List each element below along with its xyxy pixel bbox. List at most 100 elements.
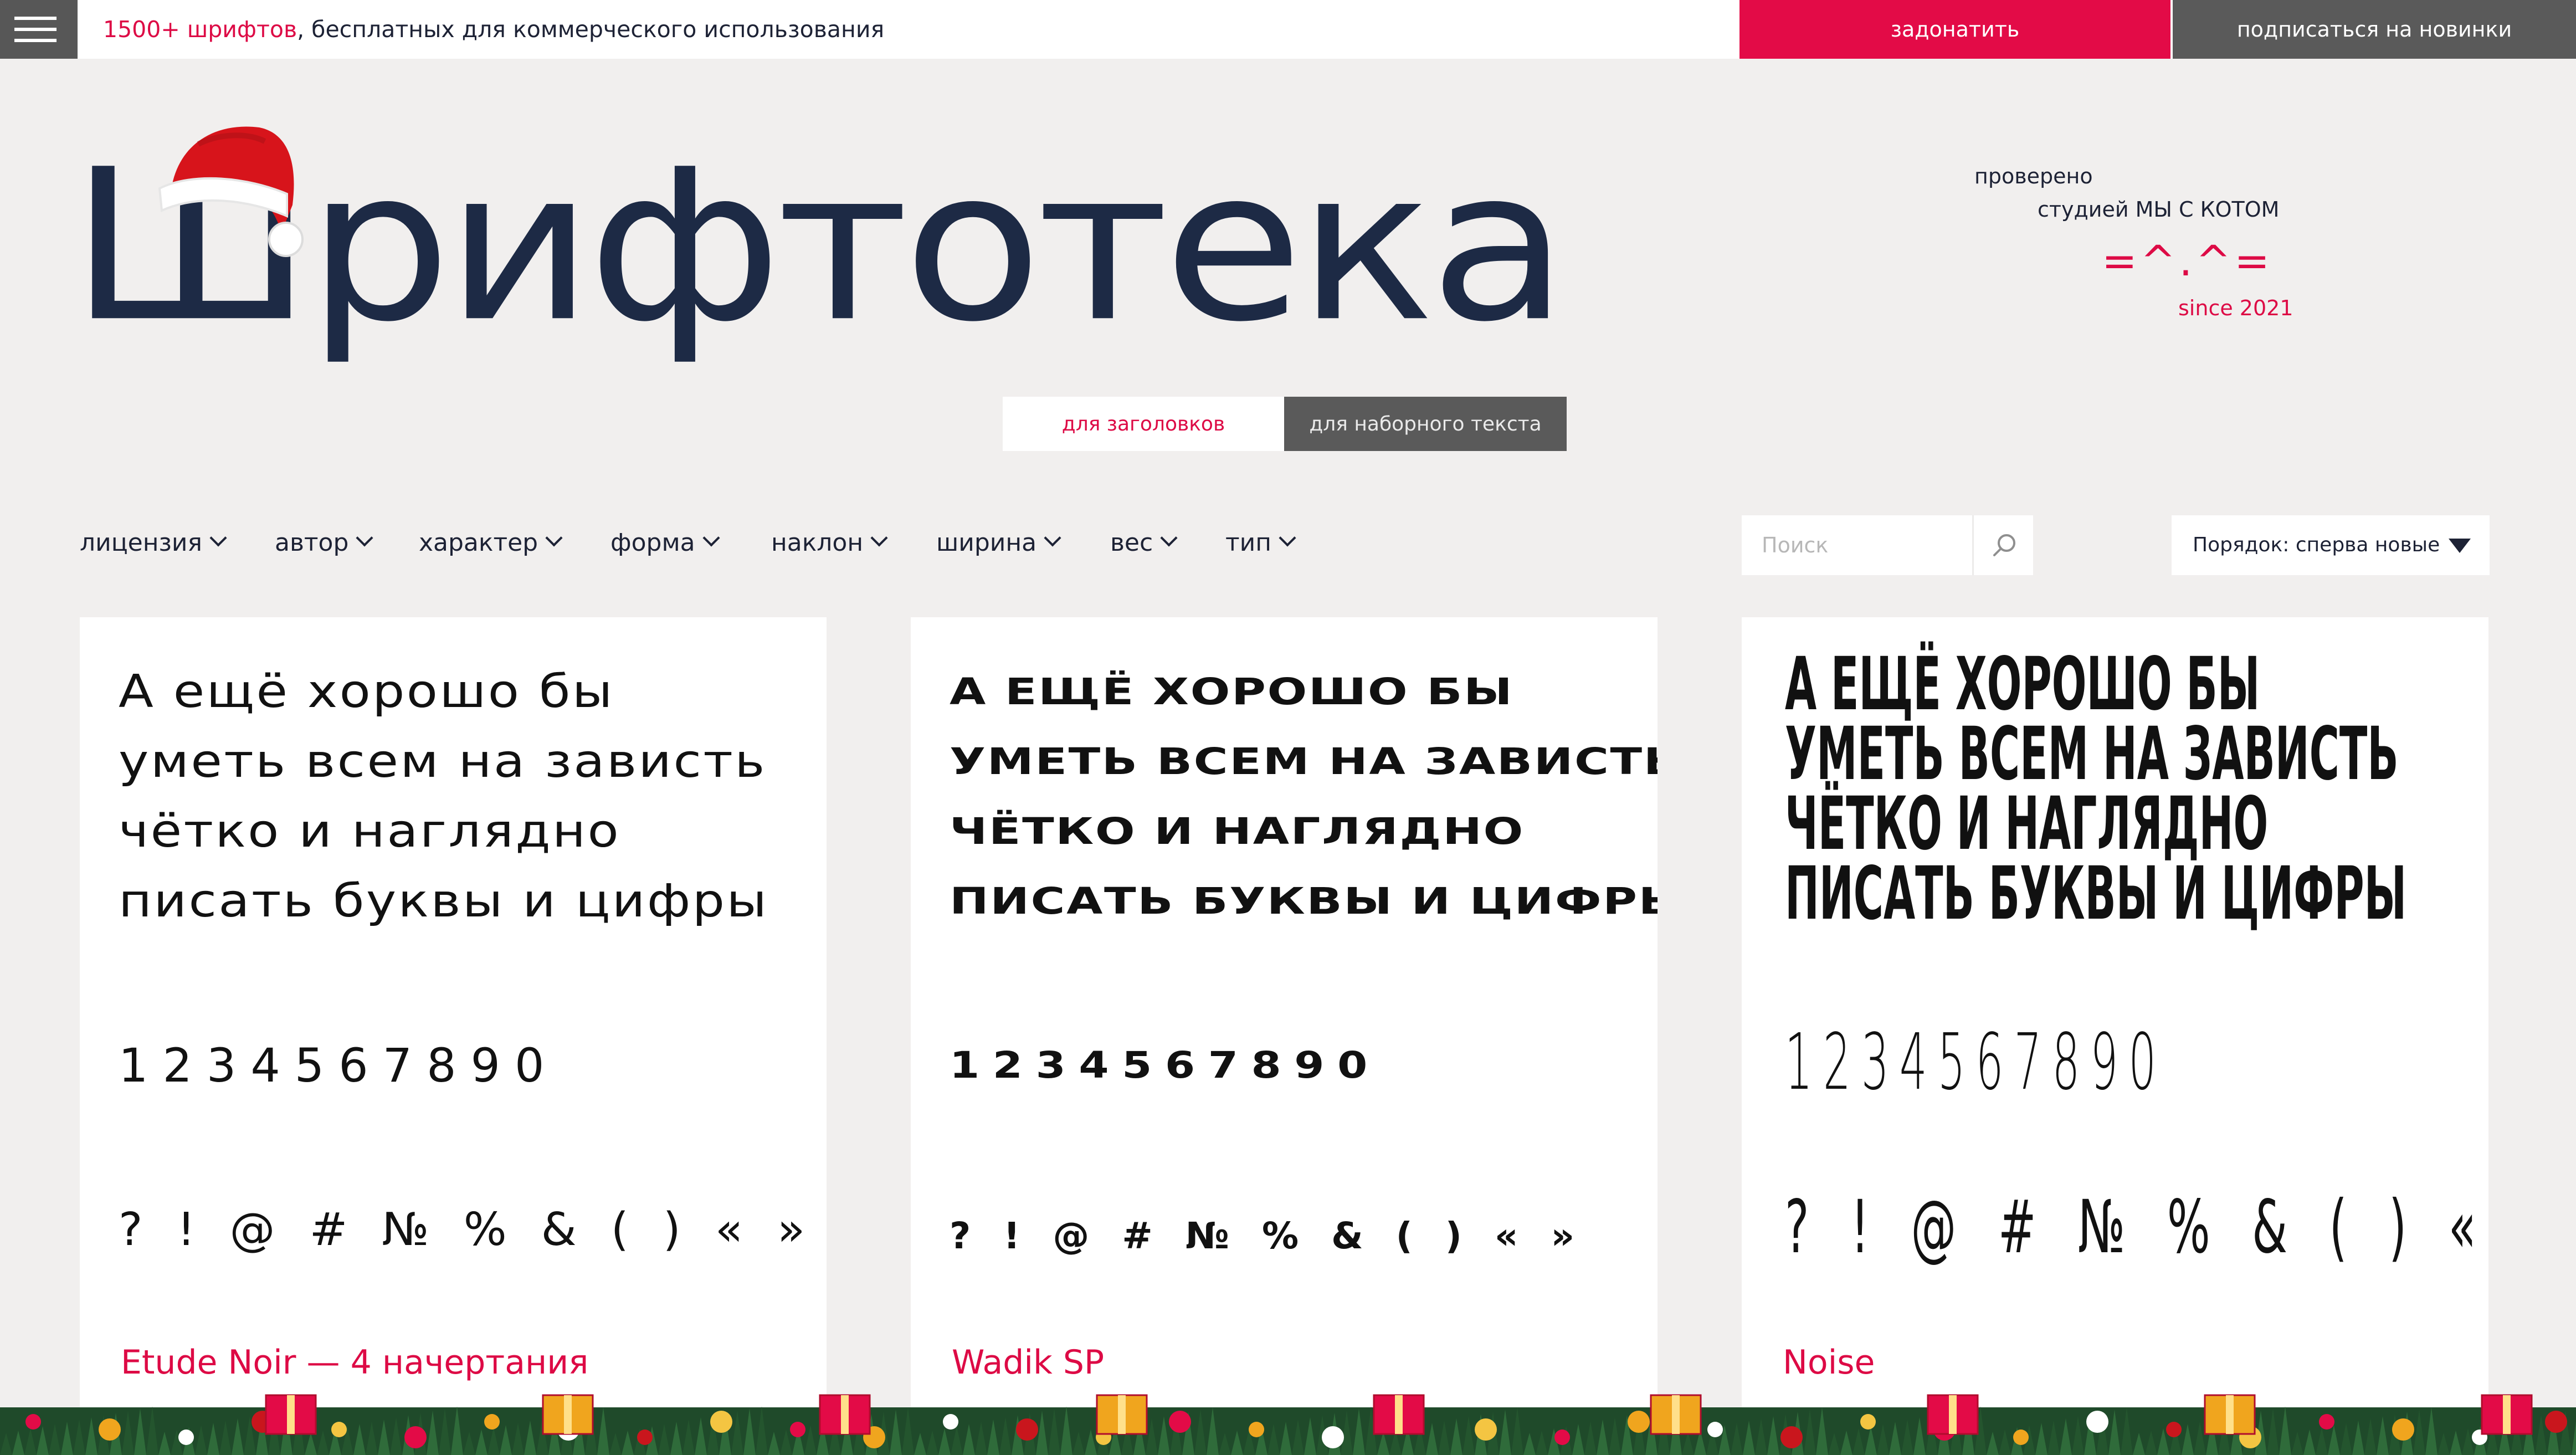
menu-icon-bar bbox=[14, 17, 57, 20]
chevron-down-icon bbox=[209, 529, 227, 547]
filter-license[interactable]: лицензия bbox=[80, 526, 227, 560]
font-sample-digits: 1234567890 bbox=[119, 1038, 559, 1093]
filter-author[interactable]: автор bbox=[275, 526, 373, 560]
tagline-count[interactable]: 1500+ шрифтов bbox=[103, 16, 297, 43]
bauble bbox=[25, 1414, 41, 1430]
bauble bbox=[2013, 1430, 2029, 1445]
bauble bbox=[1628, 1411, 1650, 1433]
bauble bbox=[2392, 1418, 2414, 1441]
font-sample-text: А ещё хорошо бы уметь всем на зависть чё… bbox=[950, 657, 1658, 936]
verified-line1: проверено bbox=[1974, 164, 2093, 188]
menu-icon-bar bbox=[14, 28, 57, 31]
chevron-down-icon bbox=[1160, 529, 1178, 547]
since-label: since 2021 bbox=[2178, 296, 2293, 320]
bauble bbox=[99, 1418, 121, 1441]
chevron-down-icon bbox=[545, 529, 563, 547]
filter-label: форма bbox=[610, 529, 695, 557]
cat-emoticon: =^.^= bbox=[2102, 236, 2273, 285]
sample-line: уметь всем на зависть bbox=[1785, 711, 2399, 797]
bauble bbox=[1322, 1426, 1344, 1448]
filter-width[interactable]: ширина bbox=[936, 526, 1061, 560]
sample-line: А ещё хорошо бы bbox=[950, 670, 1514, 713]
site-tagline: 1500+ шрифтов, бесплатных для коммерческ… bbox=[103, 0, 884, 59]
filter-slant[interactable]: наклон bbox=[771, 526, 888, 560]
donate-button[interactable]: задонатить bbox=[1739, 0, 2170, 59]
bauble bbox=[331, 1422, 347, 1437]
font-sample-symbols: ? ! @ # № % & ( ) « » bbox=[119, 1203, 815, 1256]
menu-icon-bar bbox=[14, 39, 57, 42]
filter-label: наклон bbox=[771, 529, 864, 557]
chevron-down-icon bbox=[702, 529, 720, 547]
search-input[interactable] bbox=[1742, 515, 1972, 575]
filter-label: лицензия bbox=[80, 529, 202, 557]
bauble bbox=[790, 1422, 805, 1437]
bauble bbox=[484, 1414, 500, 1430]
filter-label: ширина bbox=[936, 529, 1037, 557]
search-icon bbox=[1993, 534, 2015, 556]
bauble bbox=[637, 1430, 653, 1445]
bauble bbox=[1475, 1418, 1497, 1441]
verified-badge: проверено студией МЫ С КОТОМ =^.^= since… bbox=[1961, 160, 2327, 326]
sample-line: писать буквы и цифры bbox=[1785, 851, 2407, 936]
font-sample-symbols: ? ! @ # № % & ( ) « » bbox=[1785, 1185, 2488, 1270]
bauble bbox=[710, 1411, 732, 1433]
sample-line: чётко и наглядно bbox=[119, 805, 621, 858]
sample-line: чётко и наглядно bbox=[950, 810, 1525, 853]
search-box bbox=[1742, 515, 2033, 575]
tab-body-text[interactable]: для наборного текста bbox=[1284, 397, 1567, 451]
tab-headings[interactable]: для заголовков bbox=[1003, 397, 1284, 451]
chevron-down-icon bbox=[356, 529, 373, 547]
chevron-down-icon bbox=[870, 529, 888, 547]
filter-label: характер bbox=[419, 529, 538, 557]
font-sample-text: А ещё хорошо бы уметь всем на зависть чё… bbox=[1785, 642, 2407, 936]
font-card[interactable]: А ещё хорошо бы уметь всем на зависть чё… bbox=[911, 617, 1658, 1455]
sort-label: Порядок: сперва новые bbox=[2193, 534, 2440, 556]
bauble bbox=[1249, 1422, 1264, 1437]
font-sample-symbols: ? ! @ # № % & ( ) « » bbox=[950, 1215, 1585, 1257]
filter-label: тип bbox=[1225, 529, 1271, 557]
bauble bbox=[404, 1426, 427, 1448]
chevron-down-icon bbox=[1044, 529, 1061, 547]
filter-weight[interactable]: вес bbox=[1110, 526, 1178, 560]
filter-label: вес bbox=[1110, 529, 1153, 557]
sample-line: А ещё хорошо бы bbox=[119, 665, 614, 718]
subscribe-button[interactable]: подписаться на новинки bbox=[2173, 0, 2576, 59]
bauble bbox=[2166, 1422, 2182, 1437]
filter-label: автор bbox=[275, 529, 349, 557]
search-button[interactable] bbox=[1974, 515, 2033, 575]
bauble bbox=[1016, 1418, 1038, 1441]
sample-line: чётко и наглядно bbox=[1785, 781, 2269, 867]
search-divider bbox=[1972, 515, 1974, 575]
bauble bbox=[2545, 1411, 2567, 1433]
christmas-garland bbox=[0, 1394, 2576, 1455]
santa-hat-icon bbox=[158, 126, 304, 257]
bauble bbox=[2319, 1414, 2334, 1430]
triangle-down-icon bbox=[2449, 539, 2471, 553]
font-card[interactable]: А ещё хорошо бы уметь всем на зависть чё… bbox=[80, 617, 827, 1455]
sample-line: А ещё хорошо бы bbox=[1785, 642, 2260, 727]
chevron-down-icon bbox=[1279, 529, 1296, 547]
filter-type[interactable]: тип bbox=[1225, 526, 1296, 560]
font-sample-text: А ещё хорошо бы уметь всем на зависть чё… bbox=[119, 657, 768, 936]
font-card[interactable]: А ещё хорошо бы уметь всем на зависть чё… bbox=[1742, 617, 2488, 1455]
top-bar: 1500+ шрифтов, бесплатных для коммерческ… bbox=[0, 0, 2576, 59]
bauble bbox=[943, 1414, 958, 1430]
sample-line: писать буквы и цифры bbox=[119, 875, 769, 928]
verified-studio[interactable]: студией МЫ С КОТОМ bbox=[2038, 197, 2279, 222]
font-sample-digits: 1234567890 bbox=[1785, 1017, 2167, 1108]
bauble bbox=[1707, 1422, 1723, 1437]
bauble bbox=[2086, 1411, 2108, 1433]
font-sample-digits: 1234567890 bbox=[950, 1044, 1381, 1087]
menu-icon[interactable] bbox=[0, 0, 78, 59]
filter-character[interactable]: характер bbox=[419, 526, 563, 560]
tagline-text: , бесплатных для коммерческого использов… bbox=[297, 16, 885, 43]
sample-line: писать буквы и цифры bbox=[950, 880, 1658, 923]
sample-line: уметь всем на зависть bbox=[950, 740, 1658, 783]
sort-dropdown[interactable]: Порядок: сперва новые bbox=[2172, 515, 2490, 575]
sample-line: уметь всем на зависть bbox=[119, 735, 767, 788]
bauble bbox=[1169, 1411, 1191, 1433]
filter-form[interactable]: форма bbox=[610, 526, 720, 560]
bauble bbox=[1554, 1430, 1570, 1445]
bauble bbox=[178, 1430, 194, 1445]
bauble bbox=[1780, 1426, 1803, 1448]
